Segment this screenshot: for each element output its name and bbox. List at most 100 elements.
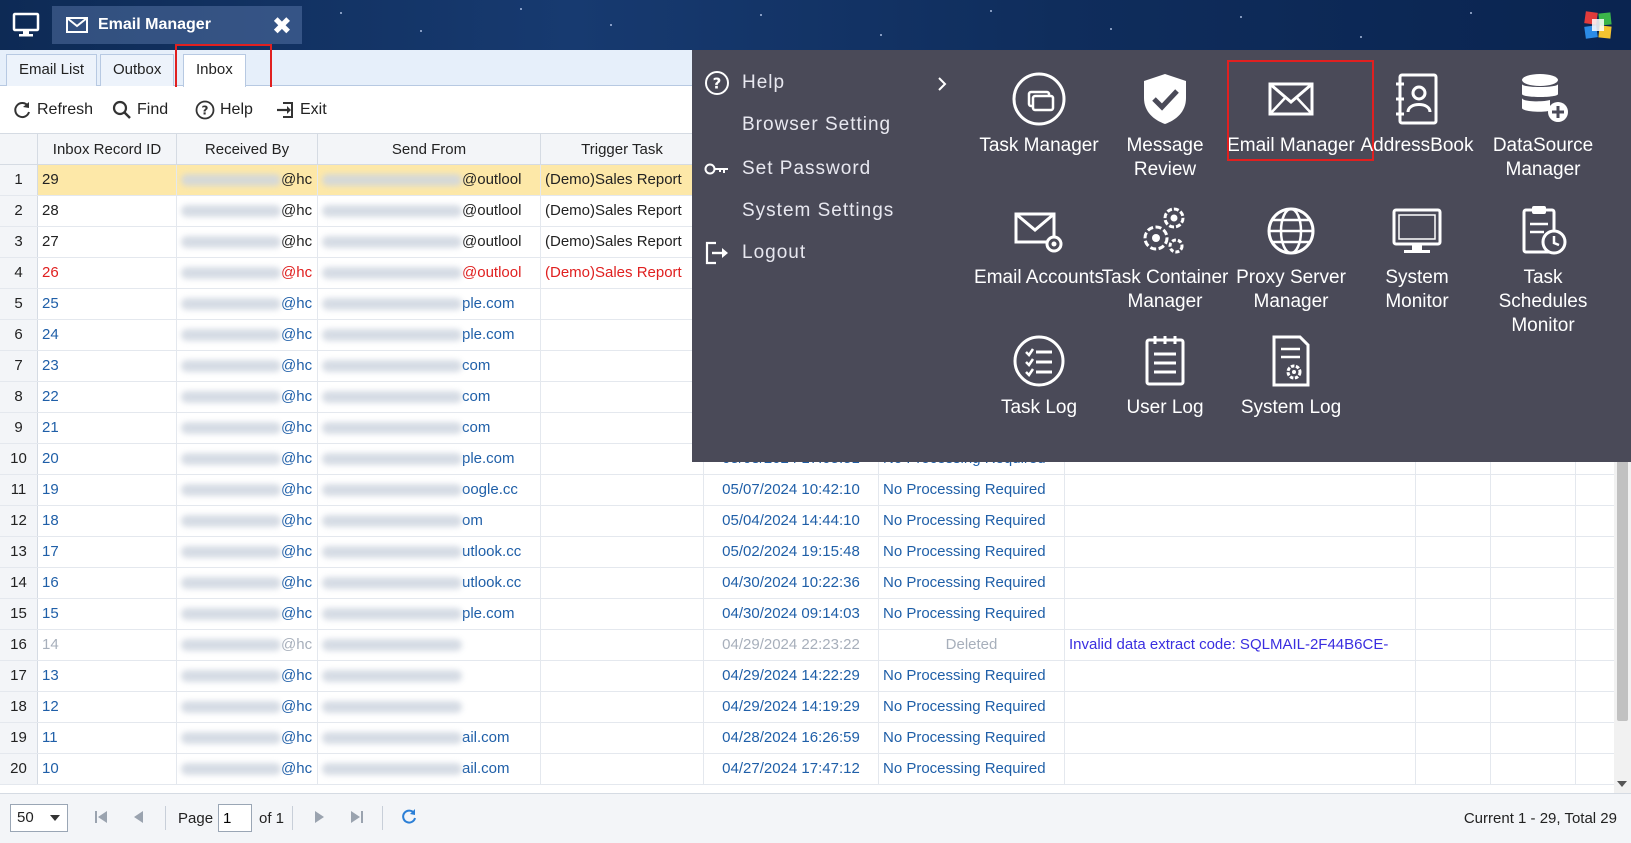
help-label: Help [220, 101, 253, 118]
trigger-task [541, 475, 704, 505]
table-row[interactable]: 14 16 @hc utlook.cc 04/30/2024 10:22:36 No Pr… [0, 568, 1614, 599]
send-from-domain: utlook.cc [462, 574, 522, 591]
received-by-domain: @hc [281, 605, 313, 622]
previous-page-icon[interactable] [130, 808, 148, 826]
task-manager-icon [1012, 72, 1066, 126]
refresh-button[interactable]: Refresh [12, 97, 93, 123]
app-proxy-server-manager[interactable]: Proxy Server Manager [1226, 202, 1356, 314]
first-page-icon[interactable] [92, 808, 110, 826]
header-received-by[interactable]: Received By [177, 134, 318, 165]
send-from-domain: com [462, 357, 491, 374]
error-message [1065, 568, 1416, 598]
inbox-record-id: 11 [38, 723, 177, 753]
processing-status: No Processing Required [879, 475, 1065, 505]
app-datasource-manager[interactable]: DataSource Manager [1478, 70, 1608, 182]
app-user-log[interactable]: User Log [1100, 332, 1230, 420]
find-button[interactable]: Find [112, 97, 168, 123]
page-number-input[interactable] [218, 804, 252, 832]
received-by-domain: @hc [281, 667, 313, 684]
error-message: Invalid data extract code: SQLMAIL-2F44B… [1065, 630, 1416, 660]
send-from: com [318, 413, 541, 443]
trigger-task [541, 630, 704, 660]
menu-item-browser-setting[interactable]: Browser Setting [742, 114, 891, 136]
trigger-task [541, 413, 704, 443]
close-icon[interactable]: ✖ [272, 12, 292, 41]
received-by: @hc [177, 413, 318, 443]
trigger-task [541, 692, 704, 722]
header-trigger-task[interactable]: Trigger Task [541, 134, 704, 165]
processing-status: No Processing Required [879, 754, 1065, 784]
app-logo-icon[interactable] [1583, 10, 1613, 40]
inbox-record-id: 17 [38, 537, 177, 567]
table-row[interactable]: 20 10 @hc ail.com 04/27/2024 17:47:12 No Proc… [0, 754, 1614, 785]
row-number: 6 [0, 320, 38, 350]
table-row[interactable]: 17 13 @hc 04/29/2024 14:22:29 No Processing … [0, 661, 1614, 692]
app-window-tab[interactable]: Email Manager ✖ [52, 6, 302, 44]
app-task-log[interactable]: Task Log [974, 332, 1104, 420]
header-send-from[interactable]: Send From [318, 134, 541, 165]
send-from: @outlool [318, 165, 541, 195]
reload-icon[interactable] [400, 808, 418, 826]
extra-cell [1416, 661, 1491, 691]
page-size-select[interactable]: 50 [10, 804, 68, 832]
received-by-domain: @hc [281, 171, 313, 188]
send-from [318, 630, 541, 660]
header-inbox-record-id[interactable]: Inbox Record ID [38, 134, 177, 165]
app-system-monitor[interactable]: System Monitor [1352, 202, 1482, 314]
tab-inbox[interactable]: Inbox [183, 54, 246, 87]
next-page-icon[interactable] [310, 808, 328, 826]
app-task-container-manager[interactable]: Task Container Manager [1100, 202, 1230, 314]
send-from-domain: @outlool [462, 171, 522, 188]
received-by: @hc [177, 537, 318, 567]
send-from-domain: ple.com [462, 326, 515, 343]
inbox-record-id: 10 [38, 754, 177, 784]
send-from-domain: om [462, 512, 483, 529]
last-page-icon[interactable] [348, 808, 366, 826]
app-message-review[interactable]: Message Review [1100, 70, 1230, 182]
received-by-domain: @hc [281, 481, 313, 498]
table-row[interactable]: 18 12 @hc 04/29/2024 14:19:29 No Processing … [0, 692, 1614, 723]
table-row[interactable]: 19 11 @hc ail.com 04/28/2024 16:26:59 No Proc… [0, 723, 1614, 754]
app-addressbook[interactable]: AddressBook [1352, 70, 1482, 158]
menu-item-help[interactable]: Help [742, 72, 785, 94]
app-email-manager[interactable]: Email Manager [1226, 70, 1356, 158]
search-icon [112, 100, 131, 119]
send-from-domain: com [462, 419, 491, 436]
scroll-down-icon[interactable] [1617, 781, 1627, 787]
send-from: ple.com [318, 444, 541, 474]
tab-outbox[interactable]: Outbox [100, 54, 175, 86]
row-number: 8 [0, 382, 38, 412]
menu-item-system-settings[interactable]: System Settings [742, 200, 894, 222]
app-task-schedules-monitor[interactable]: Task Schedules Monitor [1478, 202, 1608, 338]
received-by: @hc [177, 630, 318, 660]
app-task-manager[interactable]: Task Manager [974, 70, 1104, 158]
table-row[interactable]: 13 17 @hc utlook.cc 05/02/2024 19:15:48 No Pr… [0, 537, 1614, 568]
tab-email-list[interactable]: Email List [6, 54, 98, 86]
table-row[interactable]: 12 18 @hc om 05/04/2024 14:44:10 No Processin… [0, 506, 1614, 537]
received-by-domain: @hc [281, 543, 313, 560]
table-row[interactable]: 16 14 @hc 04/29/2024 22:23:22 Deleted Invalid… [0, 630, 1614, 661]
app-system-log[interactable]: System Log [1226, 332, 1356, 420]
menu-item-logout[interactable]: Logout [742, 242, 806, 264]
table-row[interactable]: 11 19 @hc oogle.cc 05/07/2024 10:42:10 No Pro… [0, 475, 1614, 506]
pagination-bar: 50 Page of 1 Current 1 - 29, Total 29 [0, 793, 1631, 843]
table-row[interactable]: 15 15 @hc ple.com 04/30/2024 09:14:03 No Proc… [0, 599, 1614, 630]
app-email-accounts[interactable]: Email Accounts [974, 202, 1104, 290]
extra-cell [1491, 723, 1576, 753]
extra-cell [1416, 475, 1491, 505]
received-date: 05/07/2024 10:42:10 [704, 475, 879, 505]
help-button[interactable]: ? Help [195, 97, 253, 123]
desktop-icon[interactable] [12, 12, 40, 38]
inbox-record-id: 23 [38, 351, 177, 381]
inbox-record-id: 18 [38, 506, 177, 536]
received-by: @hc [177, 692, 318, 722]
menu-item-set-password[interactable]: Set Password [742, 158, 871, 180]
received-by: @hc [177, 754, 318, 784]
svg-text:?: ? [202, 104, 209, 118]
received-date: 04/27/2024 17:47:12 [704, 754, 879, 784]
error-message [1065, 661, 1416, 691]
received-date: 04/29/2024 22:23:22 [704, 630, 879, 660]
exit-button[interactable]: Exit [275, 97, 327, 123]
app-label: Task Log [1000, 397, 1078, 418]
extra-cell [1416, 630, 1491, 660]
